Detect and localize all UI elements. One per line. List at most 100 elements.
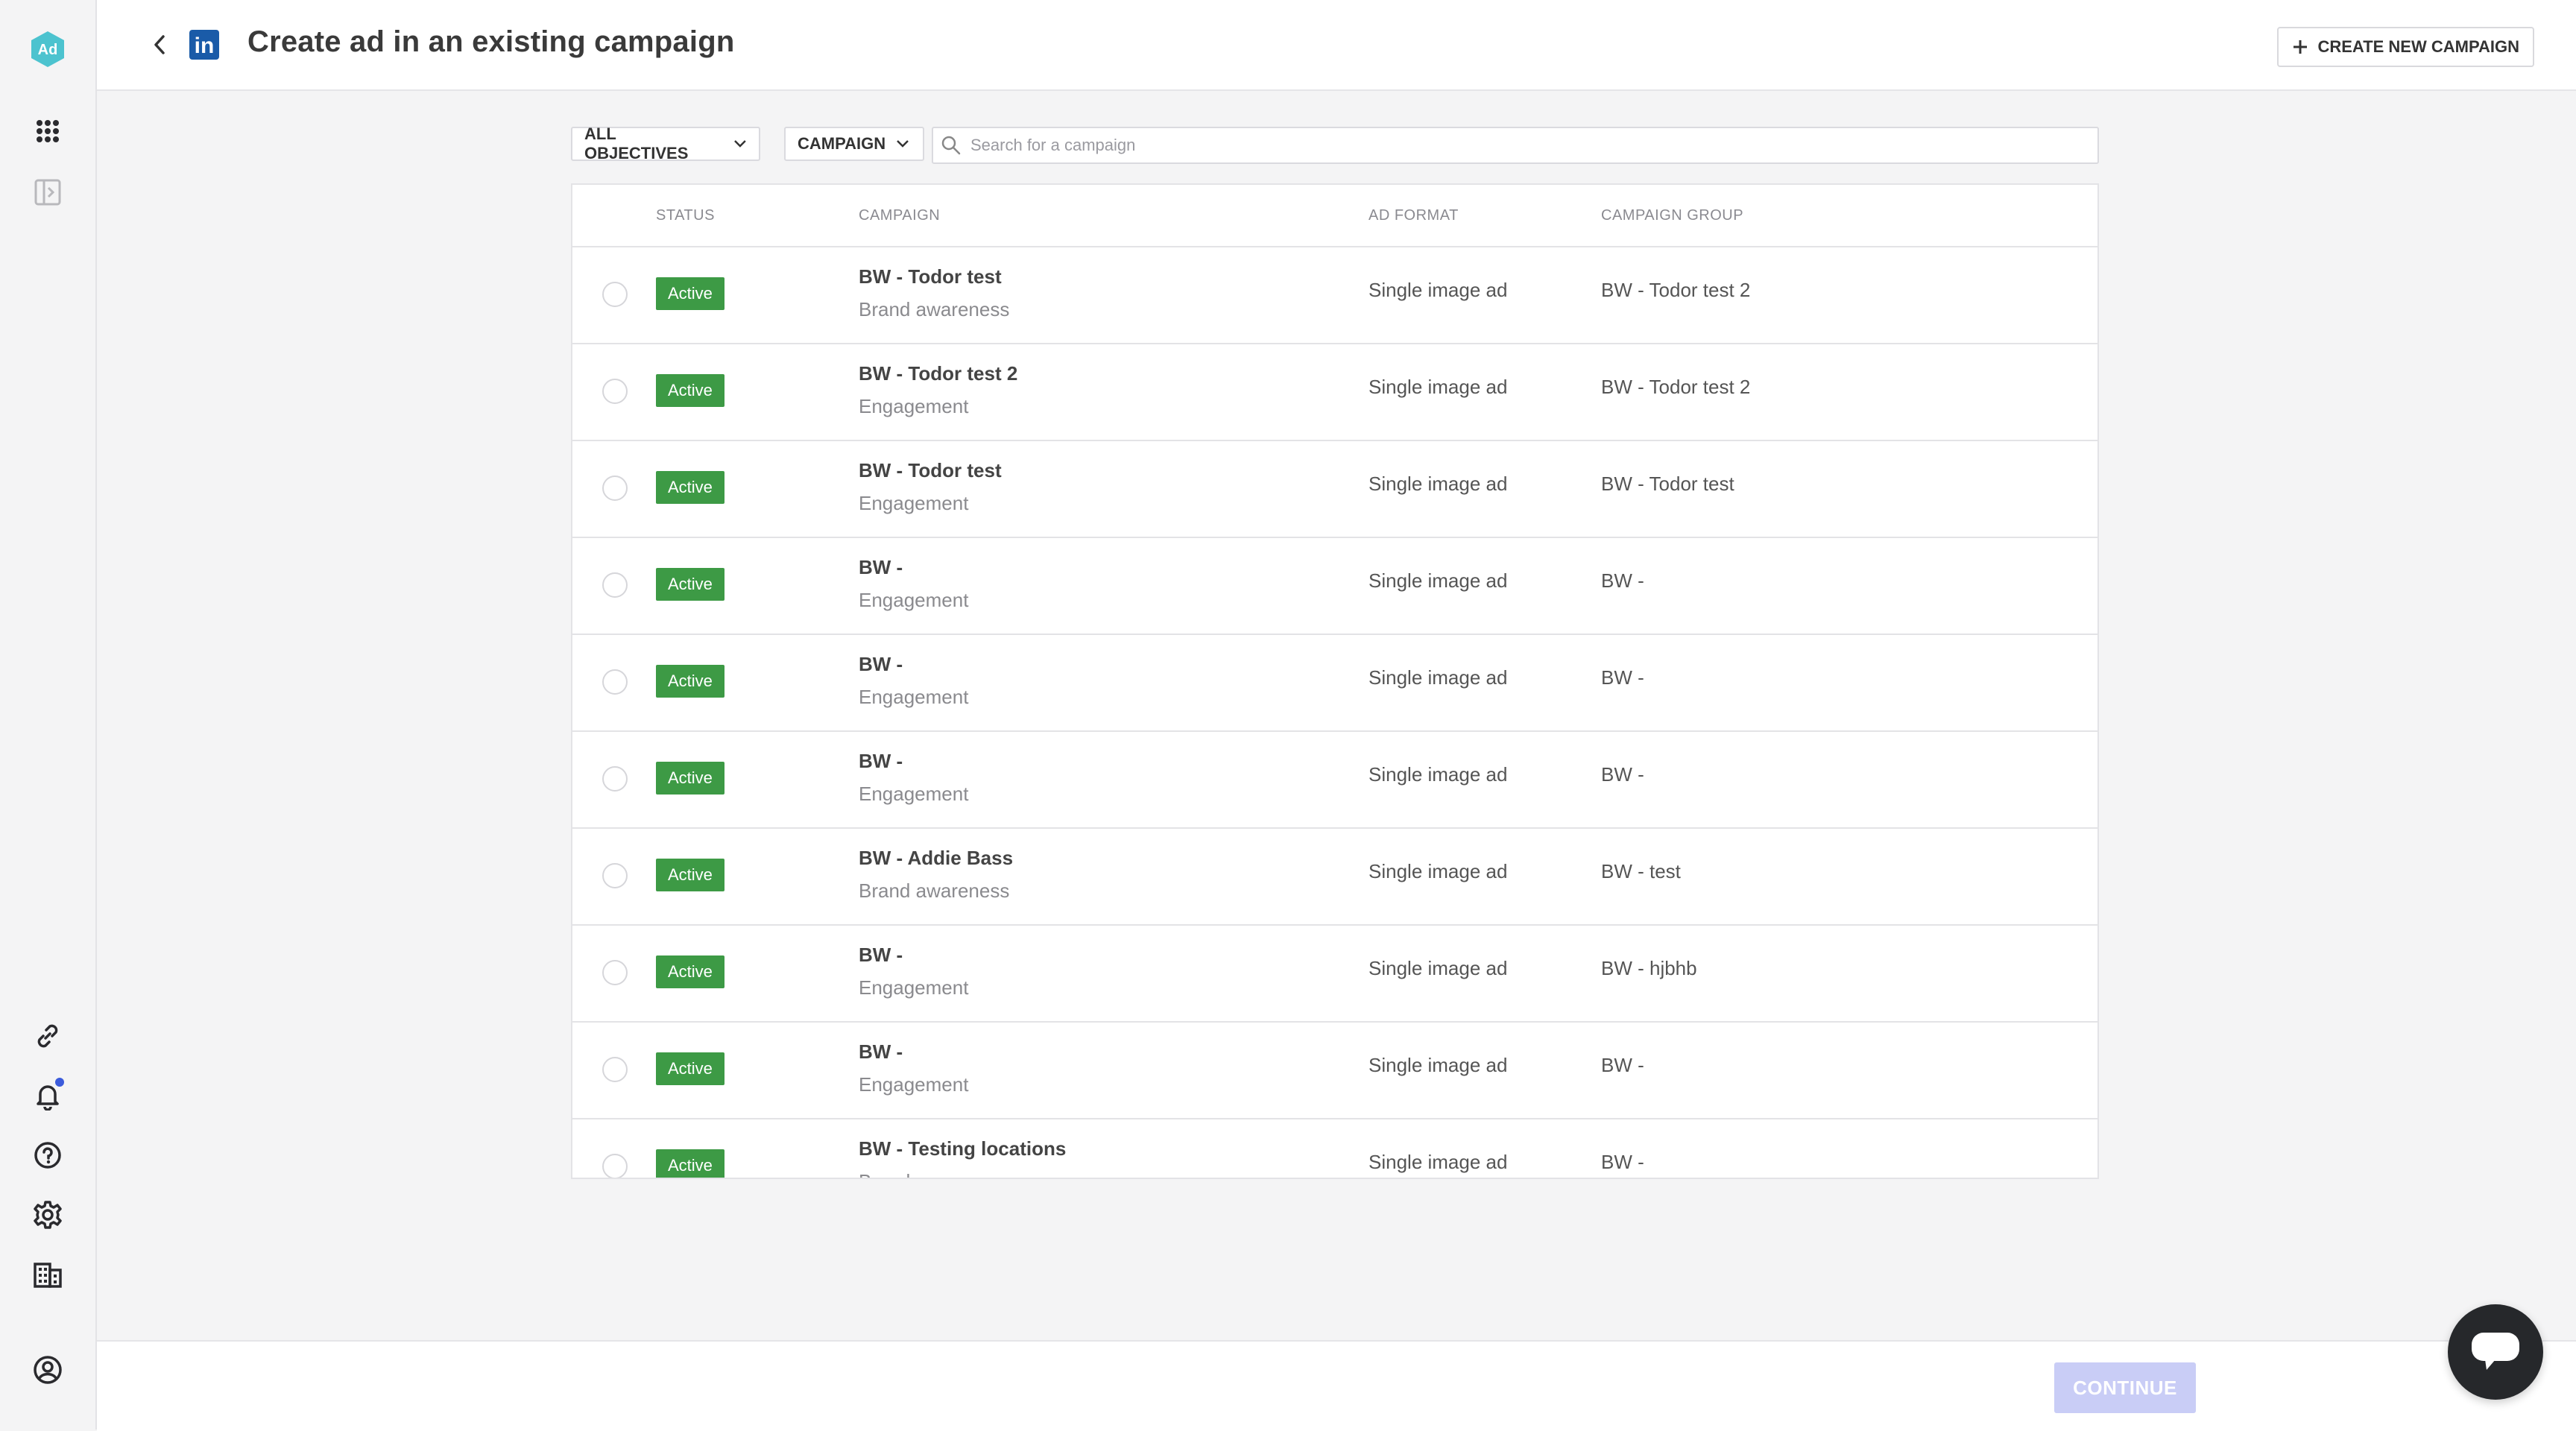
back-chevron-icon[interactable] [142,27,177,63]
linkedin-icon: in [189,30,219,60]
table-row[interactable]: Active BW - Testing locations Brand awar… [572,1119,2097,1178]
status-badge: Active [656,955,724,988]
row-select-radio[interactable] [602,379,628,404]
linkedin-letters: in [194,34,215,58]
campaign-name: BW - [859,750,903,772]
table-row[interactable]: Active BW - Todor test Brand awareness S… [572,247,2097,344]
campaign-group: BW - [1601,569,1644,592]
table-row[interactable]: Active BW - Engagement Single image ad B… [572,538,2097,635]
campaign-objective: Brand awareness [859,879,1010,902]
row-select-radio[interactable] [602,1057,628,1082]
campaign-objective: Engagement [859,395,969,417]
campaign-objective: Engagement [859,492,969,514]
campaign-name: BW - Todor test 2 [859,362,1018,385]
ad-format: Single image ad [1368,376,1508,398]
ad-format: Single image ad [1368,763,1508,786]
chevron-down-icon [897,140,909,148]
table-row[interactable]: Active BW - Addie Bass Brand awareness S… [572,829,2097,926]
page-title: Create ad in an existing campaign [247,25,735,58]
table-row[interactable]: Active BW - Engagement Single image ad B… [572,635,2097,732]
row-select-radio[interactable] [602,282,628,307]
chevron-down-icon [734,140,746,148]
app-logo[interactable]: Ad [28,30,67,69]
table-row[interactable]: Active BW - Engagement Single image ad B… [572,732,2097,829]
campaign-search-input[interactable] [969,135,2015,156]
campaign-group: BW - Todor test 2 [1601,279,1751,301]
campaign-group: BW - test [1601,860,1681,882]
campaign-name: BW - [859,944,903,966]
table-row[interactable]: Active BW - Engagement Single image ad B… [572,926,2097,1023]
row-select-radio[interactable] [602,669,628,695]
row-select-radio[interactable] [602,476,628,501]
create-new-campaign-label: CREATE NEW CAMPAIGN [2317,37,2519,56]
create-new-campaign-button[interactable]: CREATE NEW CAMPAIGN [2277,27,2534,67]
status-badge: Active [656,568,724,601]
page-footer: CONTINUE [97,1340,2576,1431]
user-account-icon[interactable] [30,1352,66,1388]
column-header-ad-format: AD FORMAT [1368,207,1459,224]
ad-format: Single image ad [1368,279,1508,301]
campaign-search-box[interactable] [932,127,2099,164]
table-row[interactable]: Active BW - Todor test Engagement Single… [572,441,2097,538]
status-badge: Active [656,374,724,407]
campaign-objective: Brand awareness [859,298,1010,320]
status-badge: Active [656,471,724,504]
ad-format: Single image ad [1368,473,1508,495]
row-select-radio[interactable] [602,1154,628,1178]
settings-gear-icon[interactable] [30,1197,66,1233]
ad-format: Single image ad [1368,666,1508,689]
campaign-group: BW - [1601,1151,1644,1173]
objectives-dropdown-label: ALL OBJECTIVES [584,124,689,162]
campaign-group: BW - Todor test [1601,473,1734,495]
help-icon[interactable] [30,1137,66,1173]
filter-bar: ALL OBJECTIVES CAMPAIGN [571,124,2099,164]
campaign-objective: Engagement [859,686,969,708]
campaign-objective: Engagement [859,976,969,999]
campaign-objective: Engagement [859,1073,969,1096]
left-rail: Ad [0,0,97,1430]
link-icon[interactable] [30,1018,66,1054]
page-header: in Create ad in an existing campaign CRE… [97,0,2576,91]
campaign-table: STATUS CAMPAIGN AD FORMAT CAMPAIGN GROUP… [571,183,2099,1179]
campaign-name: BW - [859,653,903,675]
column-header-campaign-group: CAMPAIGN GROUP [1601,207,1744,224]
table-row[interactable]: Active BW - Todor test 2 Engagement Sing… [572,344,2097,441]
column-header-campaign: CAMPAIGN [859,207,941,224]
objectives-dropdown[interactable]: ALL OBJECTIVES [571,124,760,162]
continue-button[interactable]: CONTINUE [2054,1362,2196,1413]
chat-widget-button[interactable] [2448,1304,2543,1400]
campaign-name: BW - [859,556,903,578]
campaign-name: BW - Todor test [859,459,1002,481]
campaign-objective: Engagement [859,589,969,611]
level-dropdown-label: CAMPAIGN [798,134,886,153]
table-row[interactable]: Active BW - Engagement Single image ad B… [572,1023,2097,1119]
notification-dot [55,1078,64,1087]
search-icon [941,136,961,155]
column-header-status: STATUS [656,207,715,224]
status-badge: Active [656,762,724,795]
campaign-objective: Engagement [859,783,969,805]
campaign-name: BW - Todor test [859,265,1002,288]
apps-grid-icon[interactable] [30,113,66,149]
row-select-radio[interactable] [602,572,628,598]
plus-icon [2294,40,2308,54]
company-building-icon[interactable] [30,1257,66,1292]
ad-format: Single image ad [1368,860,1508,882]
status-badge: Active [656,1149,724,1178]
campaign-name: BW - [859,1040,903,1063]
row-select-radio[interactable] [602,863,628,888]
notifications-bell-icon[interactable] [30,1078,66,1113]
ad-format: Single image ad [1368,1054,1508,1076]
campaign-objective: Brand awareness [859,1170,1009,1178]
row-select-radio[interactable] [602,960,628,985]
campaign-group: BW - [1601,666,1644,689]
row-select-radio[interactable] [602,766,628,792]
ad-format: Single image ad [1368,1151,1508,1173]
ad-format: Single image ad [1368,957,1508,979]
panel-toggle-icon[interactable] [30,174,66,210]
campaign-group: BW - [1601,763,1644,786]
level-dropdown[interactable]: CAMPAIGN [784,127,924,161]
campaign-name: BW - Addie Bass [859,847,1014,869]
table-header: STATUS CAMPAIGN AD FORMAT CAMPAIGN GROUP [572,185,2097,247]
campaign-group: BW - Todor test 2 [1601,376,1751,398]
